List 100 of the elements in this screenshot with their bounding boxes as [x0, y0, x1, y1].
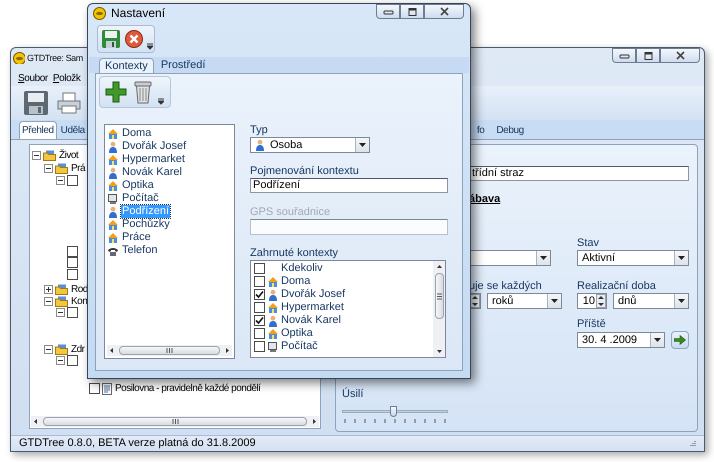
collapse-icon[interactable]: [56, 176, 65, 185]
save-icon[interactable]: [101, 29, 121, 49]
collapse-icon[interactable]: [44, 297, 53, 306]
checkbox[interactable]: [254, 315, 265, 326]
checkbox[interactable]: [254, 341, 265, 352]
checkbox[interactable]: [254, 289, 265, 300]
grip-icon[interactable]: [166, 348, 173, 353]
expand-icon[interactable]: [44, 285, 53, 294]
list-item[interactable]: Dvořák Josef: [281, 288, 346, 301]
field-label: Zahrnuté kontexty: [250, 247, 340, 260]
tree-item-label[interactable]: Kon: [71, 295, 88, 308]
checkbox[interactable]: [89, 383, 100, 394]
close-button[interactable]: [424, 4, 464, 19]
list-item[interactable]: Doma: [121, 127, 152, 140]
list-item[interactable]: Optika: [281, 327, 313, 340]
text-field[interactable]: Podřízení: [250, 178, 448, 193]
dropdown[interactable]: 30. 4 .2009: [577, 332, 666, 348]
tab[interactable]: Debug: [494, 121, 526, 139]
computer-icon: [267, 340, 279, 352]
checkbox[interactable]: [254, 263, 265, 274]
list-item[interactable]: Novák Karel: [121, 166, 183, 179]
maximize-icon: [406, 7, 418, 16]
vertical-scrollbar[interactable]: [433, 261, 445, 357]
checkbox[interactable]: [67, 269, 78, 280]
person-icon: [107, 140, 119, 152]
maximize-button[interactable]: [400, 4, 424, 19]
logo-icon: [13, 52, 25, 64]
cancel-icon[interactable]: [124, 29, 144, 49]
person-icon: [267, 314, 279, 326]
menu-item[interactable]: Položk: [52, 72, 80, 84]
checkbox[interactable]: [67, 355, 78, 366]
dialog-title: Nastavení: [111, 7, 166, 20]
spin-box[interactable]: 10: [577, 293, 607, 309]
printer-icon[interactable]: [57, 92, 81, 114]
dropdown[interactable]: dnů: [613, 293, 689, 309]
checkbox[interactable]: [254, 328, 265, 339]
tab[interactable]: Přehled: [19, 121, 57, 139]
list-item[interactable]: Počítač: [121, 192, 160, 205]
tree-item-label[interactable]: Život: [59, 149, 78, 162]
overflow-icon[interactable]: [158, 97, 164, 105]
checkbox[interactable]: [67, 257, 78, 268]
tab[interactable]: Prostředí: [156, 58, 210, 73]
checkbox[interactable]: [67, 175, 78, 186]
checkbox[interactable]: [67, 307, 78, 318]
list-item[interactable]: Hypermarket: [121, 153, 186, 166]
list-item[interactable]: Počítač: [281, 340, 318, 353]
grip-icon[interactable]: [172, 419, 178, 424]
checkbox[interactable]: [254, 276, 265, 287]
save-icon[interactable]: [23, 90, 49, 116]
list-item[interactable]: Dvořák Josef: [121, 140, 188, 153]
tab[interactable]: fo: [474, 121, 486, 139]
list-item[interactable]: Hypermarket: [281, 301, 344, 314]
field-label: Stav: [577, 237, 600, 250]
dropdown[interactable]: [469, 250, 551, 266]
list-item[interactable]: Práce: [121, 231, 152, 244]
field-label: Typ: [250, 124, 269, 137]
maximize-button[interactable]: [636, 48, 660, 63]
checkbox[interactable]: [254, 302, 265, 313]
field-label: GPS souřadnice: [250, 206, 332, 219]
list-item[interactable]: Pochůzky: [121, 218, 171, 231]
plus-icon[interactable]: [104, 80, 128, 104]
overflow-icon[interactable]: [147, 42, 153, 50]
collapse-icon[interactable]: [44, 345, 53, 354]
slider-thumb[interactable]: [390, 406, 397, 417]
list-item[interactable]: Kdekoliv: [281, 262, 323, 275]
minimize-button[interactable]: [612, 48, 636, 63]
grip-icon[interactable]: [436, 292, 442, 300]
tree-item-label[interactable]: Prá: [71, 162, 86, 175]
folder-icon: [55, 296, 68, 307]
collapse-icon[interactable]: [32, 151, 41, 160]
close-button[interactable]: [660, 48, 700, 63]
list-item[interactable]: Optika: [121, 179, 155, 192]
trash-icon[interactable]: [134, 80, 152, 104]
close-icon: [674, 51, 686, 60]
caret-icon: [678, 256, 685, 260]
spinner-icon[interactable]: [596, 294, 606, 308]
list-item[interactable]: Telefon: [121, 244, 158, 257]
folder-icon: [55, 344, 68, 355]
go-button[interactable]: [671, 331, 689, 349]
list-item[interactable]: Doma: [281, 275, 310, 288]
tree-item-label[interactable]: Posilovna - pravidelně každé pondělí: [115, 382, 260, 395]
collapse-icon[interactable]: [56, 356, 65, 365]
arrow-icon: [674, 335, 686, 345]
dropdown[interactable]: roků: [487, 293, 562, 309]
list-item[interactable]: Novák Karel: [281, 314, 341, 327]
horizontal-scrollbar[interactable]: [107, 345, 232, 356]
minimize-button[interactable]: [376, 4, 400, 19]
tab[interactable]: Kontexty: [99, 58, 154, 73]
text-field[interactable]: třídní straz: [469, 166, 689, 181]
caret-icon: [359, 143, 366, 147]
logo-icon: [93, 7, 106, 20]
menu-item[interactable]: Soubor: [18, 72, 48, 84]
dropdown[interactable]: Osoba: [250, 137, 370, 153]
horizontal-scrollbar[interactable]: [31, 416, 319, 427]
checkbox[interactable]: [67, 246, 78, 257]
dropdown[interactable]: Aktivní: [577, 250, 689, 266]
collapse-icon[interactable]: [44, 164, 53, 173]
tree-item-label[interactable]: Zdr: [71, 343, 84, 356]
tab[interactable]: Uděla: [58, 121, 87, 139]
collapse-icon[interactable]: [56, 308, 65, 317]
